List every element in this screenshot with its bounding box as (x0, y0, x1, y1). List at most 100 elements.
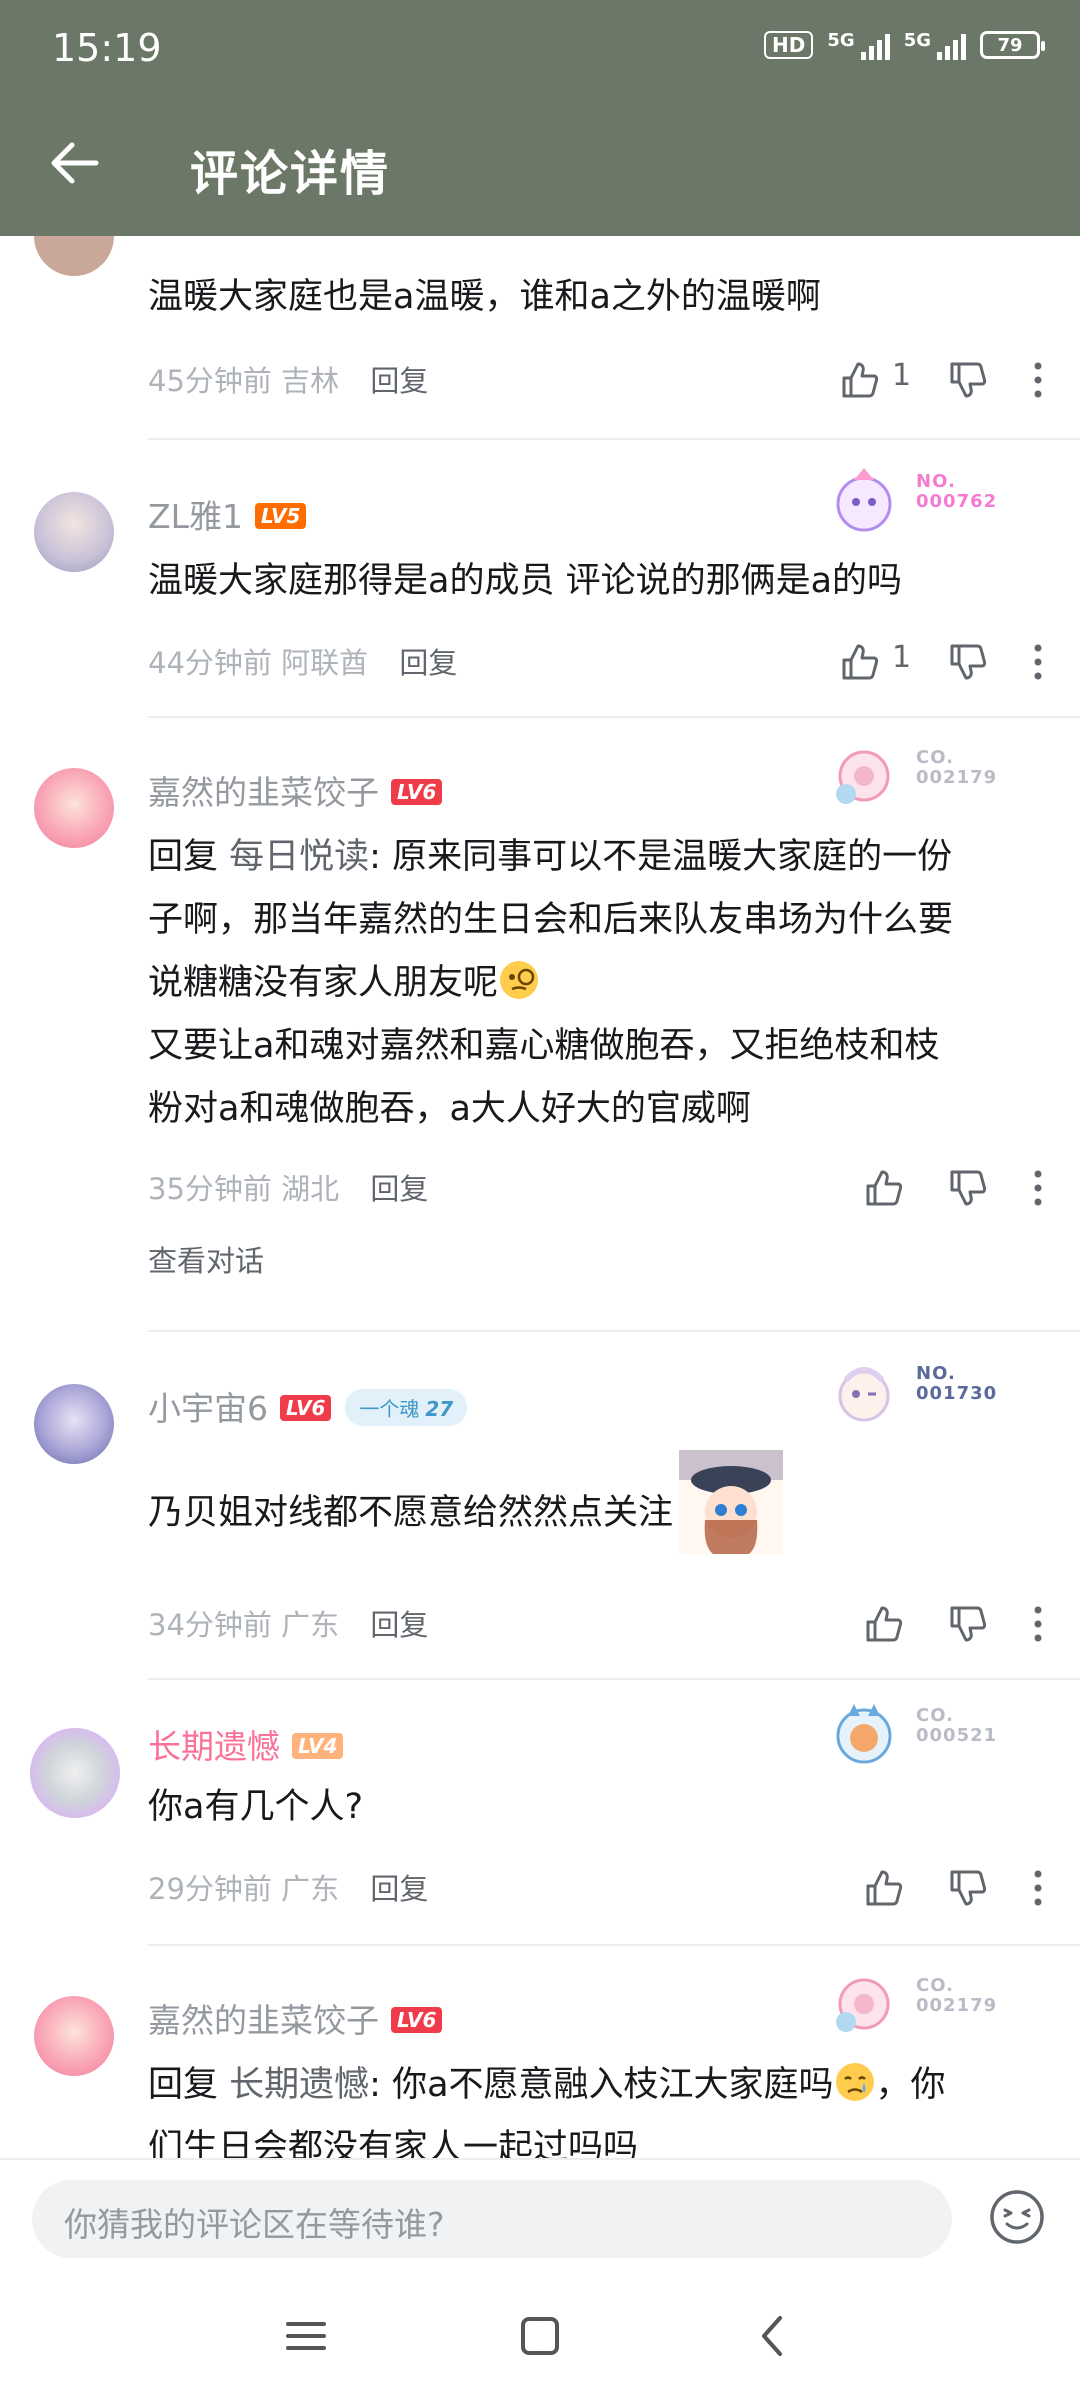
back-arrow-icon[interactable] (40, 128, 110, 198)
level-badge: LV5 (255, 502, 307, 529)
comment-decoration: NO. 000762 (824, 460, 1064, 550)
view-conversation-link[interactable]: 查看对话 (148, 1238, 264, 1280)
status-time: 15:19 (52, 26, 162, 70)
reply-target-link[interactable]: 每日悦读 (229, 837, 369, 877)
decoration-character-icon (836, 1704, 892, 1764)
divider (148, 1330, 1080, 1332)
decoration-number: NO. 000762 (916, 471, 998, 512)
comment-decoration: NO. 001730 (824, 1352, 1064, 1442)
comment-location: 阿联酋 (281, 646, 369, 680)
sticker-image (679, 1450, 784, 1554)
more-options-icon[interactable] (1028, 358, 1048, 402)
more-options-icon[interactable] (1028, 640, 1048, 684)
thumbs-down-icon[interactable] (948, 1604, 988, 1644)
comment-input[interactable]: 你猜我的评论区在等待谁? (32, 2180, 952, 2258)
divider (148, 716, 1080, 718)
username[interactable]: 嘉然的韭菜饺子 LV6 (148, 1994, 443, 2042)
comment-decoration: CO. 000521 (824, 1694, 1064, 1784)
avatar[interactable] (34, 492, 114, 572)
status-indicators: HD 5G 5G 79 (764, 30, 1045, 60)
thumbs-up-icon[interactable] (840, 642, 880, 682)
reply-button[interactable]: 回复 (370, 1872, 428, 1906)
divider (148, 1678, 1080, 1680)
back-icon[interactable] (746, 2308, 802, 2364)
username[interactable]: 小宇宙6 LV6 一个魂 27 (148, 1382, 468, 1430)
divider (148, 438, 1080, 440)
comment-actions (840, 1862, 1060, 1912)
reply-button[interactable]: 回复 (370, 364, 428, 398)
thumbs-up-icon[interactable] (864, 1868, 904, 1908)
comment-meta: 34分钟前 广东 回复 (148, 1602, 428, 1644)
reply-button[interactable]: 回复 (370, 1172, 428, 1206)
reply-target-link[interactable]: 长期遗憾 (229, 2065, 369, 2105)
comment-actions (840, 1598, 1060, 1648)
reply-button[interactable]: 回复 (399, 646, 457, 680)
comment-location: 吉林 (281, 364, 340, 398)
fan-medal-badge: 一个魂 27 (345, 1389, 468, 1426)
divider (148, 1944, 1080, 1946)
comment-meta: 35分钟前 湖北 回复 (148, 1166, 428, 1208)
input-placeholder: 你猜我的评论区在等待谁? (64, 2205, 445, 2244)
like-count: 1 (892, 358, 912, 393)
comment-text: 回复 长期遗憾: 你a不愿意融入枝江大家庭吗 ，你 们生日会都没有家人一起过吗吗 (148, 2054, 1048, 2158)
decoration-number: CO. 000521 (916, 1705, 998, 1746)
top-nav-bar: 评论详情 (0, 100, 1080, 236)
comment-actions (840, 1162, 1060, 1212)
decoration-number: NO. 001730 (916, 1363, 998, 1404)
comment-meta: 45分钟前 吉林 回复 (148, 358, 428, 400)
home-icon[interactable] (512, 2308, 568, 2364)
avatar[interactable] (34, 1996, 114, 2076)
level-badge: LV6 (391, 778, 443, 805)
thumbs-up-icon[interactable] (864, 1168, 904, 1208)
crying-emoji-icon (835, 2063, 874, 2101)
emoji-button-icon[interactable] (988, 2188, 1046, 2246)
comment-actions: 1 (840, 354, 1060, 404)
comment-actions: 1 (840, 636, 1060, 686)
comment-text: 温暖大家庭也是a温暖，谁和a之外的温暖啊 (148, 277, 821, 317)
comment-time: 34分钟前 (148, 1608, 272, 1642)
hd-voice-icon: HD (764, 31, 814, 59)
more-options-icon[interactable] (1028, 1166, 1048, 1210)
comment-time: 44分钟前 (148, 646, 272, 680)
avatar[interactable] (34, 236, 114, 276)
network-type-label: 5G (903, 30, 931, 51)
comment-feed[interactable]: 温暖大家庭也是a温暖，谁和a之外的温暖啊 45分钟前 吉林 回复 1 ZL雅1 L… (0, 236, 1080, 2158)
avatar[interactable] (30, 1728, 120, 1818)
menu-icon[interactable] (278, 2308, 334, 2364)
comment-text: 乃贝姐对线都不愿意给然然点关注 (148, 1450, 1048, 1566)
thumbs-up-icon[interactable] (840, 360, 880, 400)
decoration-character-icon (838, 1367, 890, 1422)
thumbs-down-icon[interactable] (948, 360, 988, 400)
page-title: 评论详情 (190, 146, 391, 202)
comment-text: 温暖大家庭那得是a的成员 评论说的那俩是a的吗 (148, 561, 903, 601)
more-options-icon[interactable] (1028, 1602, 1048, 1646)
system-navigation-bar (0, 2270, 1080, 2400)
avatar[interactable] (34, 1384, 114, 1464)
username[interactable]: ZL雅1 LV5 (148, 490, 307, 538)
comment-meta: 29分钟前 广东 回复 (148, 1866, 428, 1908)
comment-location: 广东 (281, 1608, 340, 1642)
comment-text: 你a有几个人? (148, 1787, 364, 1827)
level-badge: LV6 (391, 2006, 443, 2033)
decoration-character-icon (836, 468, 892, 532)
comment-time: 29分钟前 (148, 1872, 272, 1906)
level-badge: LV4 (292, 1732, 344, 1759)
comment-time: 45分钟前 (148, 364, 272, 398)
comment-meta: 44分钟前 阿联酋 回复 (148, 640, 457, 682)
thumbs-down-icon[interactable] (948, 1868, 988, 1908)
signal-icon (860, 30, 890, 60)
avatar[interactable] (34, 768, 114, 848)
username[interactable]: 长期遗憾 LV4 (148, 1720, 344, 1768)
comment-input-bar: 你猜我的评论区在等待谁? (0, 2158, 1080, 2272)
battery-icon: 79 (980, 31, 1045, 59)
reply-button[interactable]: 回复 (370, 1608, 428, 1642)
thumbs-down-icon[interactable] (948, 642, 988, 682)
more-options-icon[interactable] (1028, 1866, 1048, 1910)
decoration-number: CO. 002179 (916, 1975, 998, 2016)
level-badge: LV6 (280, 1394, 332, 1421)
username[interactable]: 嘉然的韭菜饺子 LV6 (148, 766, 443, 814)
thumbs-down-icon[interactable] (948, 1168, 988, 1208)
thumbs-up-icon[interactable] (864, 1604, 904, 1644)
signal-icon (937, 30, 966, 60)
comment-decoration: CO. 002179 (824, 736, 1064, 826)
